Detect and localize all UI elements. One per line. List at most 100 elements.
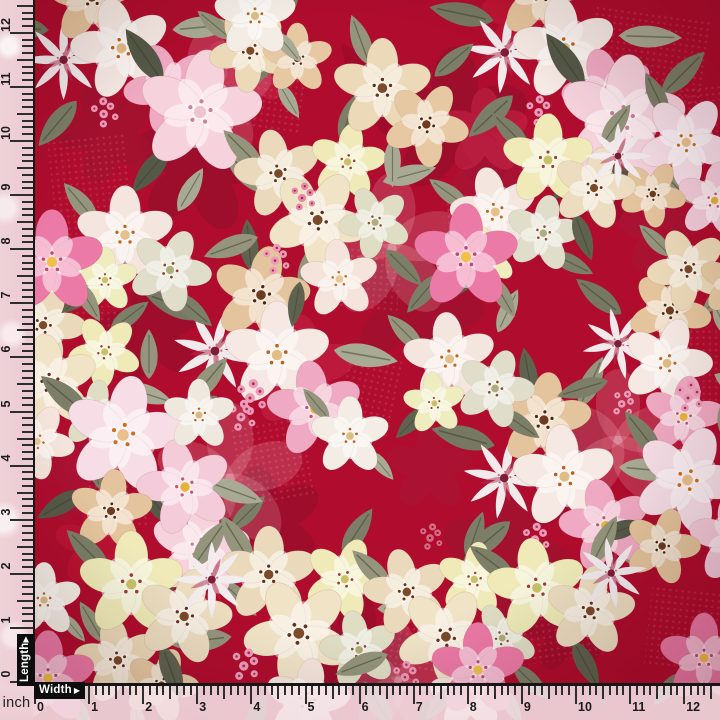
- ruler-tick: [22, 370, 33, 372]
- ruler-tick: [156, 686, 158, 695]
- ruler-tick: [697, 686, 699, 695]
- ruler-tick: [17, 329, 33, 331]
- ruler-corner: inch: [0, 686, 33, 720]
- ruler-tick: [10, 465, 33, 467]
- ruler-tick: [22, 39, 33, 41]
- ruler-tick: [22, 417, 33, 419]
- ruler-tick: [555, 686, 557, 695]
- ruler-tick: [230, 686, 232, 695]
- ruler-tick: [22, 559, 33, 561]
- ruler-tick: [338, 686, 340, 695]
- ruler-number: 7: [416, 700, 423, 714]
- ruler-tick: [690, 686, 692, 695]
- ruler-tick: [17, 167, 33, 169]
- ruler-number: 3: [0, 501, 13, 523]
- ruler-tick: [183, 686, 185, 695]
- ruler-tick: [22, 262, 33, 264]
- ruler-tick: [95, 686, 97, 695]
- ruler-tick: [22, 586, 33, 588]
- ruler-tick: [22, 539, 33, 541]
- ruler-tick: [406, 686, 408, 695]
- ruler-tick: [10, 519, 33, 521]
- ruler-tick: [17, 383, 33, 385]
- width-arrow-icon: ▶: [74, 687, 80, 695]
- ruler-tick: [22, 566, 33, 568]
- ruler-tick: [426, 686, 428, 695]
- ruler-tick: [528, 686, 530, 695]
- ruler-tick: [88, 686, 90, 704]
- ruler-tick: [291, 686, 293, 695]
- ruler-tick: [22, 458, 33, 460]
- ruler-tick: [22, 444, 33, 446]
- ruler-tick: [10, 140, 33, 142]
- ruler-tick: [203, 686, 205, 695]
- ruler-tick: [284, 686, 286, 695]
- ruler-tick: [22, 607, 33, 609]
- ruler-tick: [676, 686, 678, 695]
- ruler-number: 5: [308, 700, 315, 714]
- ruler-number: 10: [578, 700, 592, 714]
- ruler-tick: [541, 686, 543, 695]
- ruler-tick: [22, 505, 33, 507]
- ruler-tick: [616, 686, 618, 695]
- ruler-tick: [636, 686, 638, 695]
- ruler-tick: [22, 18, 33, 20]
- ruler-number: 1: [91, 700, 98, 714]
- ruler-tick: [22, 289, 33, 291]
- ruler-tick: [22, 478, 33, 480]
- ruler-tick: [501, 686, 503, 695]
- ruler-tick: [22, 79, 33, 81]
- ruler-tick: [22, 241, 33, 243]
- ruler-tick: [210, 686, 212, 695]
- ruler-tick: [453, 686, 455, 695]
- ruler-tick: [487, 686, 489, 695]
- ruler-tick: [17, 546, 33, 548]
- vignette: [0, 0, 720, 720]
- ruler-tick: [622, 686, 624, 695]
- ruler-tick: [244, 686, 246, 695]
- ruler-tick: [22, 282, 33, 284]
- ruler-tick: [22, 201, 33, 203]
- ruler-tick: [399, 686, 401, 695]
- ruler-tick: [609, 686, 611, 695]
- ruler-tick: [22, 336, 33, 338]
- ruler-tick: [22, 133, 33, 135]
- ruler-tick: [10, 86, 33, 88]
- ruler-tick: [22, 525, 33, 527]
- ruler-tick: [602, 686, 604, 699]
- ruler-tick: [332, 686, 334, 699]
- ruler-tick: [359, 686, 361, 704]
- ruler-tick: [22, 120, 33, 122]
- ruler-tick: [447, 686, 449, 695]
- ruler-number: 3: [199, 700, 206, 714]
- ruler-number: 8: [0, 230, 13, 252]
- ruler-tick: [22, 580, 33, 582]
- ruler-tick: [22, 208, 33, 210]
- ruler-tick: [22, 12, 33, 14]
- ruler-tick: [352, 686, 354, 695]
- ruler-tick: [162, 686, 164, 695]
- ruler-tick: [656, 686, 658, 699]
- ruler-tick: [22, 72, 33, 74]
- ruler-number: 9: [524, 700, 531, 714]
- ruler-tick: [10, 356, 33, 358]
- ruler-tick: [440, 686, 442, 699]
- ruler-tick: [413, 686, 415, 704]
- ruler-tick: [10, 194, 33, 196]
- ruler-tick: [277, 686, 279, 699]
- ruler-tick: [365, 686, 367, 695]
- ruler-tick: [237, 686, 239, 695]
- ruler-tick: [311, 686, 313, 695]
- ruler-tick: [190, 686, 192, 695]
- ruler-tick: [22, 99, 33, 101]
- ruler-tick: [22, 66, 33, 68]
- ruler-tick: [22, 620, 33, 622]
- length-tag: Length ▶: [17, 634, 35, 686]
- ruler-number: 1: [0, 609, 13, 631]
- ruler-tick: [386, 686, 388, 699]
- ruler-tick: [22, 377, 33, 379]
- left-length-ruler: 0123456789101112: [0, 0, 35, 686]
- ruler-number: 6: [362, 700, 369, 714]
- ruler-tick: [480, 686, 482, 695]
- ruler-tick: [22, 451, 33, 453]
